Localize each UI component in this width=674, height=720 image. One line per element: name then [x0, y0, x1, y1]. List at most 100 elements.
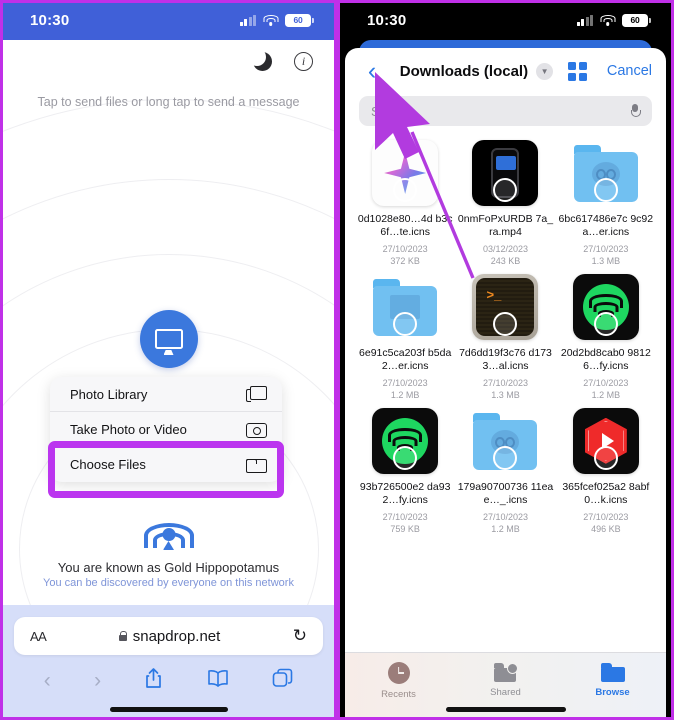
file-thumbnail-spotify — [572, 273, 639, 340]
peer-desktop-icon[interactable] — [139, 310, 198, 368]
url-text: snapdrop.net — [132, 627, 221, 645]
safari-toolbar: ‹ › — [0, 655, 337, 694]
file-thumbnail-terminal: >_ — [472, 273, 539, 340]
file-name: 179a90700736 11eae…_.icns — [457, 480, 554, 507]
list-item[interactable]: 0nmFoPxURDB 7a_ra.mp4 03/12/2023 243 KB — [455, 140, 555, 266]
file-date: 27/10/2023 — [382, 243, 428, 254]
camera-icon — [246, 421, 267, 438]
action-photo-library-label: Photo Library — [70, 386, 148, 402]
identity-block: You are known as Gold Hippopotamus You c… — [0, 498, 337, 589]
file-thumbnail-youtube — [572, 407, 639, 474]
file-name: 93b726500e2 da932…fy.icns — [359, 480, 451, 507]
text-size-button[interactable]: AA — [30, 628, 47, 644]
action-take-photo-label: Take Photo or Video — [70, 421, 187, 437]
selection-ring[interactable] — [393, 311, 418, 336]
text-size-label: AA — [30, 628, 47, 644]
safari-forward-button[interactable]: › — [94, 669, 101, 693]
file-date: 27/10/2023 — [482, 377, 529, 388]
safari-tabs-icon[interactable] — [272, 668, 293, 694]
search-placeholder: Search — [371, 103, 413, 119]
file-size: 372 KB — [390, 255, 420, 266]
action-photo-library[interactable]: Photo Library — [50, 377, 282, 412]
cellular-bars-icon — [576, 14, 593, 26]
tab-browse[interactable]: Browse — [559, 653, 666, 720]
file-size: 1.2 MB — [491, 523, 520, 534]
reload-icon[interactable]: ↻ — [293, 626, 307, 646]
left-phone-panel: 10:30 60 i Tap to send files or long tap… — [0, 0, 337, 720]
list-item[interactable]: 0d1028e80…4d b3c6f…te.icns 27/10/2023 37… — [355, 140, 455, 266]
file-name: 6bc617486e7c 9c92a…er.icns — [558, 213, 654, 239]
snapdrop-header-icons: i — [0, 40, 337, 71]
selection-ring[interactable] — [493, 445, 518, 470]
files-app-sheet: ‹ Downloads (local) ▼ Cancel Search 0d10… — [345, 48, 666, 720]
wifi-icon — [600, 14, 615, 26]
file-thumbnail-spotify — [372, 407, 439, 474]
snapdrop-page: i Tap to send files or long tap to send … — [0, 40, 337, 605]
list-item[interactable]: >_ 7d6dd19f3c76 d1733…al.icns 27/10/2023… — [455, 273, 555, 400]
list-item[interactable]: 6e91c5ca203f b5da2…er.icns 27/10/2023 1.… — [355, 274, 455, 400]
list-item[interactable]: 93b726500e2 da932…fy.icns 27/10/2023 759… — [355, 407, 455, 534]
selection-ring[interactable] — [393, 178, 418, 202]
file-size: 243 KB — [490, 255, 521, 266]
file-date: 03/12/2023 — [482, 243, 529, 254]
info-icon[interactable]: i — [294, 52, 313, 71]
shared-folder-icon — [493, 663, 518, 682]
home-indicator — [109, 707, 228, 712]
safari-share-icon[interactable] — [144, 667, 163, 694]
file-size: 1.2 MB — [591, 389, 621, 400]
list-item[interactable]: 365fcef025a2 8abf0…k.icns 27/10/2023 496… — [556, 407, 656, 534]
home-indicator — [445, 707, 566, 712]
grid-view-icon[interactable] — [567, 61, 587, 81]
files-grid: 0d1028e80…4d b3c6f…te.icns 27/10/2023 37… — [345, 126, 666, 534]
chevron-down-icon[interactable]: ▼ — [536, 62, 554, 80]
selection-ring[interactable] — [593, 178, 618, 202]
list-item[interactable]: 20d2bd8cab0 98126…fy.icns 27/10/2023 1.2… — [556, 273, 656, 400]
file-name: 365fcef025a2 8abf0…k.icns — [562, 480, 650, 507]
selection-ring[interactable] — [593, 311, 618, 336]
right-status-bar: 10:30 60 — [337, 0, 674, 40]
tab-shared-label: Shared — [490, 687, 521, 698]
file-name: 0d1028e80…4d b3c6f…te.icns — [357, 213, 453, 239]
file-size: 1.3 MB — [591, 255, 621, 266]
file-thumbnail-folder — [372, 274, 438, 340]
selection-ring[interactable] — [593, 445, 618, 470]
safari-address-bar[interactable]: AA snapdrop.net ↻ — [14, 617, 323, 655]
selection-ring[interactable] — [493, 311, 518, 336]
battery-icon: 60 — [622, 13, 651, 27]
file-size: 1.3 MB — [491, 389, 520, 400]
battery-level: 60 — [293, 15, 303, 25]
safari-back-button[interactable]: ‹ — [44, 669, 51, 693]
moon-icon[interactable] — [248, 48, 272, 71]
identity-name: You are known as Gold Hippopotamus — [57, 560, 280, 575]
file-name: 20d2bd8cab0 98126…fy.icns — [560, 346, 651, 373]
file-date: 27/10/2023 — [482, 511, 529, 522]
selection-ring[interactable] — [493, 178, 518, 202]
file-thumbnail-folder — [472, 408, 538, 474]
safari-bookmarks-icon[interactable] — [207, 669, 229, 692]
file-size: 759 KB — [390, 523, 420, 534]
file-date: 27/10/2023 — [583, 243, 629, 254]
battery-level: 60 — [630, 15, 640, 25]
snapdrop-radar-logo — [143, 498, 195, 550]
monitor-stand — [163, 350, 174, 355]
files-title-group[interactable]: Downloads (local) ▼ — [385, 62, 568, 80]
cancel-button[interactable]: Cancel — [607, 63, 652, 79]
search-input[interactable]: Search — [359, 96, 652, 126]
address-bar-content: snapdrop.net — [118, 627, 221, 645]
file-date: 27/10/2023 — [382, 377, 428, 388]
wifi-icon — [263, 14, 278, 26]
back-chevron-icon[interactable]: ‹ — [359, 58, 385, 84]
files-nav-bar: ‹ Downloads (local) ▼ Cancel — [345, 48, 666, 94]
file-name: 6e91c5ca203f b5da2…er.icns — [359, 346, 452, 373]
tab-recents[interactable]: Recents — [345, 653, 452, 720]
file-size: 496 KB — [591, 523, 621, 534]
file-date: 27/10/2023 — [583, 377, 629, 388]
cellular-bars-icon — [239, 14, 256, 26]
file-name: 7d6dd19f3c76 d1733…al.icns — [459, 346, 552, 373]
microphone-icon[interactable] — [630, 103, 642, 119]
list-item[interactable]: 6bc617486e7c 9c92a…er.icns 27/10/2023 1.… — [556, 140, 656, 266]
list-item[interactable]: 179a90700736 11eae…_.icns 27/10/2023 1.2… — [455, 408, 555, 534]
selection-ring[interactable] — [393, 445, 418, 470]
file-thumbnail-folder — [573, 140, 639, 206]
file-size: 1.2 MB — [390, 389, 420, 400]
